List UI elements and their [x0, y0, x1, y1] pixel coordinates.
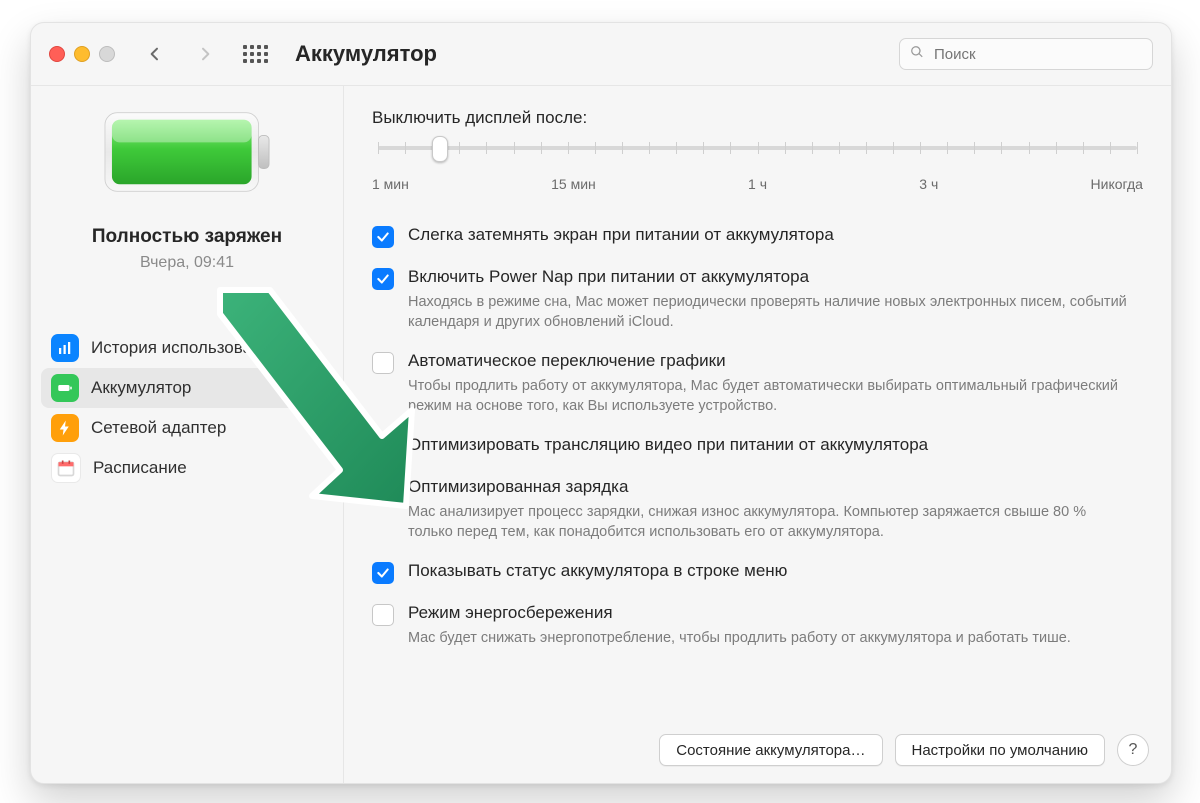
checkbox-optcharge[interactable]	[372, 478, 394, 500]
slider-thumb[interactable]	[432, 136, 448, 162]
option-label: Режим энергосбережения	[408, 602, 1143, 625]
checkbox-menubar[interactable]	[372, 562, 394, 584]
option-description: Mac анализирует процесс зарядки, снижая …	[408, 503, 1128, 542]
option-video: Оптимизировать трансляцию видео при пита…	[372, 434, 1143, 458]
close-icon[interactable]	[49, 46, 65, 62]
toolbar: Аккумулятор	[31, 23, 1171, 86]
option-description: Чтобы продлить работу от аккумулятора, M…	[408, 377, 1128, 416]
display-sleep-label: Выключить дисплей после:	[372, 108, 1143, 128]
show-all-button[interactable]	[239, 39, 271, 69]
minimize-icon[interactable]	[74, 46, 90, 62]
sidebar: Полностью заряжен Вчера, 09:41 История и…	[31, 86, 344, 784]
main-panel: Выключить дисплей после: 1 мин15 мин1 ч3…	[344, 86, 1171, 784]
option-lowpower: Режим энергосбережения Mac будет снижать …	[372, 602, 1143, 649]
search-icon	[910, 45, 924, 64]
sidebar-item-power[interactable]: Сетевой адаптер	[41, 408, 333, 448]
battery-health-button[interactable]: Состояние аккумулятора…	[659, 734, 882, 766]
battery-timestamp: Вчера, 09:41	[140, 254, 234, 272]
option-label: Оптимизировать трансляцию видео при пита…	[408, 434, 1143, 457]
option-label: Автоматическое переключение графики	[408, 350, 1143, 373]
sidebar-item-schedule[interactable]: Расписание	[41, 448, 333, 488]
sidebar-item-label: Аккумулятор	[91, 378, 191, 398]
display-sleep-slider[interactable]	[372, 136, 1143, 170]
search-input[interactable]	[932, 45, 1142, 64]
option-menubar: Показывать статус аккумулятора в строке …	[372, 560, 1143, 584]
schedule-icon	[51, 453, 81, 483]
forward-button[interactable]	[189, 39, 221, 69]
footer: Состояние аккумулятора… Настройки по умо…	[344, 718, 1171, 784]
zoom-icon[interactable]	[99, 46, 115, 62]
option-optcharge: Оптимизированная зарядка Mac анализирует …	[372, 476, 1143, 542]
sidebar-item-label: Сетевой адаптер	[91, 418, 226, 438]
option-label: Показывать статус аккумулятора в строке …	[408, 560, 1143, 583]
sidebar-item-label: История использования	[91, 338, 280, 358]
checkbox-lowpower[interactable]	[372, 604, 394, 626]
search-field[interactable]	[899, 38, 1153, 70]
sidebar-item-label: Расписание	[93, 458, 187, 478]
traffic-lights	[49, 46, 115, 62]
option-gpu: Автоматическое переключение графики Чтобы…	[372, 350, 1143, 416]
checkbox-video[interactable]	[372, 436, 394, 458]
window-title: Аккумулятор	[295, 41, 437, 67]
battery-status: Полностью заряжен	[92, 226, 282, 248]
sidebar-item-usage[interactable]: История использования	[41, 328, 333, 368]
help-button[interactable]: ?	[1117, 734, 1149, 766]
option-dim: Слегка затемнять экран при питании от ак…	[372, 224, 1143, 248]
usage-icon	[51, 334, 79, 362]
option-powernap: Включить Power Nap при питании от аккуму…	[372, 266, 1143, 332]
battery-hero: Полностью заряжен Вчера, 09:41	[31, 104, 343, 272]
option-description: Mac будет снижать энергопотребление, что…	[408, 629, 1128, 649]
power-icon	[51, 414, 79, 442]
checkbox-dim[interactable]	[372, 226, 394, 248]
slider-labels: 1 мин15 мин1 ч3 чНикогда	[372, 176, 1143, 192]
preferences-window: Аккумулятор	[30, 22, 1172, 784]
back-button[interactable]	[139, 39, 171, 69]
battery-icon	[51, 374, 79, 402]
option-label: Оптимизированная зарядка	[408, 476, 1143, 499]
option-label: Включить Power Nap при питании от аккуму…	[408, 266, 1143, 289]
checkbox-powernap[interactable]	[372, 268, 394, 290]
sidebar-item-battery[interactable]: Аккумулятор	[41, 368, 333, 408]
option-label: Слегка затемнять экран при питании от ак…	[408, 224, 1143, 247]
option-description: Находясь в режиме сна, Mac может периоди…	[408, 293, 1128, 332]
restore-defaults-button[interactable]: Настройки по умолчанию	[895, 734, 1106, 766]
battery-icon	[97, 104, 277, 200]
grid-icon	[243, 45, 268, 63]
checkbox-gpu[interactable]	[372, 352, 394, 374]
